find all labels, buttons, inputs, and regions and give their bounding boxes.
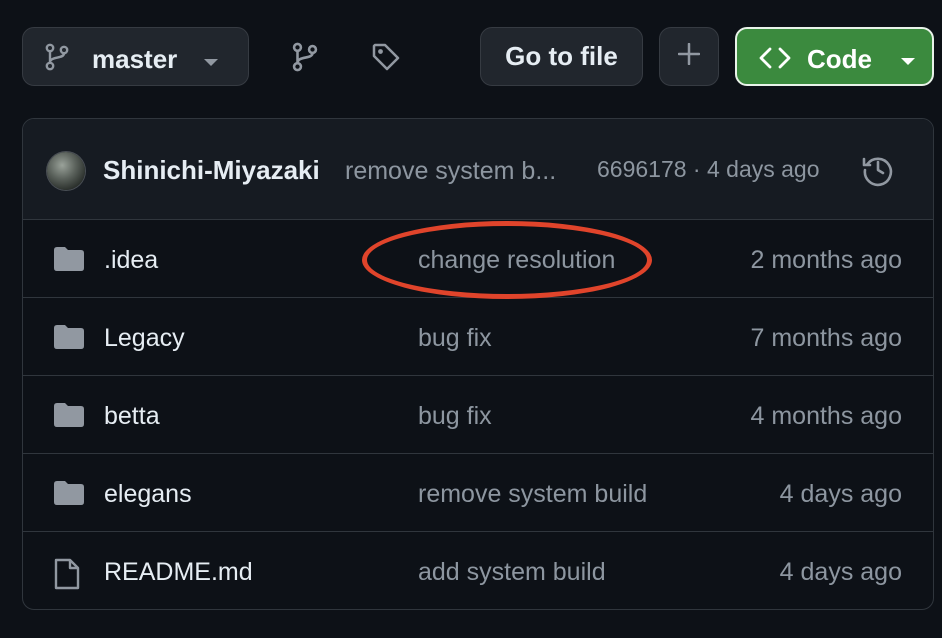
add-file-button[interactable] xyxy=(659,27,719,86)
file-name[interactable]: betta xyxy=(104,402,160,431)
commit-message[interactable]: remove system b... xyxy=(345,157,556,186)
branch-label: master xyxy=(92,44,178,74)
file-commit-message[interactable]: bug fix xyxy=(418,324,492,353)
file-commit-message[interactable]: change resolution xyxy=(418,246,615,275)
avatar[interactable] xyxy=(47,152,85,190)
file-commit-age: 7 months ago xyxy=(750,324,903,352)
git-branch-icon[interactable] xyxy=(292,42,318,77)
table-row[interactable]: Legacy bug fix 7 months ago xyxy=(23,298,933,376)
file-name[interactable]: .idea xyxy=(104,246,158,275)
table-row[interactable]: betta bug fix 4 months ago xyxy=(23,376,933,454)
file-commit-age: 4 months ago xyxy=(750,402,903,430)
code-brackets-icon xyxy=(759,47,791,74)
code-label: Code xyxy=(807,44,872,74)
file-icon xyxy=(53,558,81,595)
file-table: Shinichi-Miyazaki remove system b... 669… xyxy=(22,118,934,610)
commit-author[interactable]: Shinichi-Miyazaki xyxy=(103,155,320,186)
branch-selector-button[interactable]: master xyxy=(22,27,249,86)
chevron-down-icon xyxy=(900,53,916,71)
folder-icon xyxy=(53,324,85,355)
table-row[interactable]: .idea change resolution 2 months ago xyxy=(23,220,933,298)
file-name[interactable]: README.md xyxy=(104,558,253,587)
go-to-file-button[interactable]: Go to file xyxy=(480,27,643,86)
file-commit-age: 4 days ago xyxy=(779,558,902,586)
file-name[interactable]: Legacy xyxy=(104,324,185,353)
latest-commit-row: Shinichi-Miyazaki remove system b... 669… xyxy=(23,119,933,220)
repo-toolbar: master Go to file Code xyxy=(0,0,942,110)
folder-icon xyxy=(53,402,85,433)
file-commit-age: 2 months ago xyxy=(750,246,903,274)
file-commit-message[interactable]: add system build xyxy=(418,558,606,587)
go-to-file-label: Go to file xyxy=(505,41,618,71)
history-icon[interactable] xyxy=(861,153,895,192)
file-commit-message[interactable]: bug fix xyxy=(418,402,492,431)
table-row[interactable]: README.md add system build 4 days ago xyxy=(23,532,933,609)
git-branch-icon xyxy=(45,43,69,76)
folder-icon xyxy=(53,480,85,511)
commit-meta[interactable]: 6696178 · 4 days ago xyxy=(597,156,820,183)
folder-icon xyxy=(53,246,85,277)
file-name[interactable]: elegans xyxy=(104,480,192,509)
file-commit-age: 4 days ago xyxy=(779,480,902,508)
tag-icon[interactable] xyxy=(371,42,401,77)
table-row[interactable]: elegans remove system build 4 days ago xyxy=(23,454,933,532)
file-commit-message[interactable]: remove system build xyxy=(418,480,647,509)
code-button[interactable]: Code xyxy=(735,27,934,86)
plus-icon xyxy=(677,42,701,70)
chevron-down-icon xyxy=(203,54,219,72)
